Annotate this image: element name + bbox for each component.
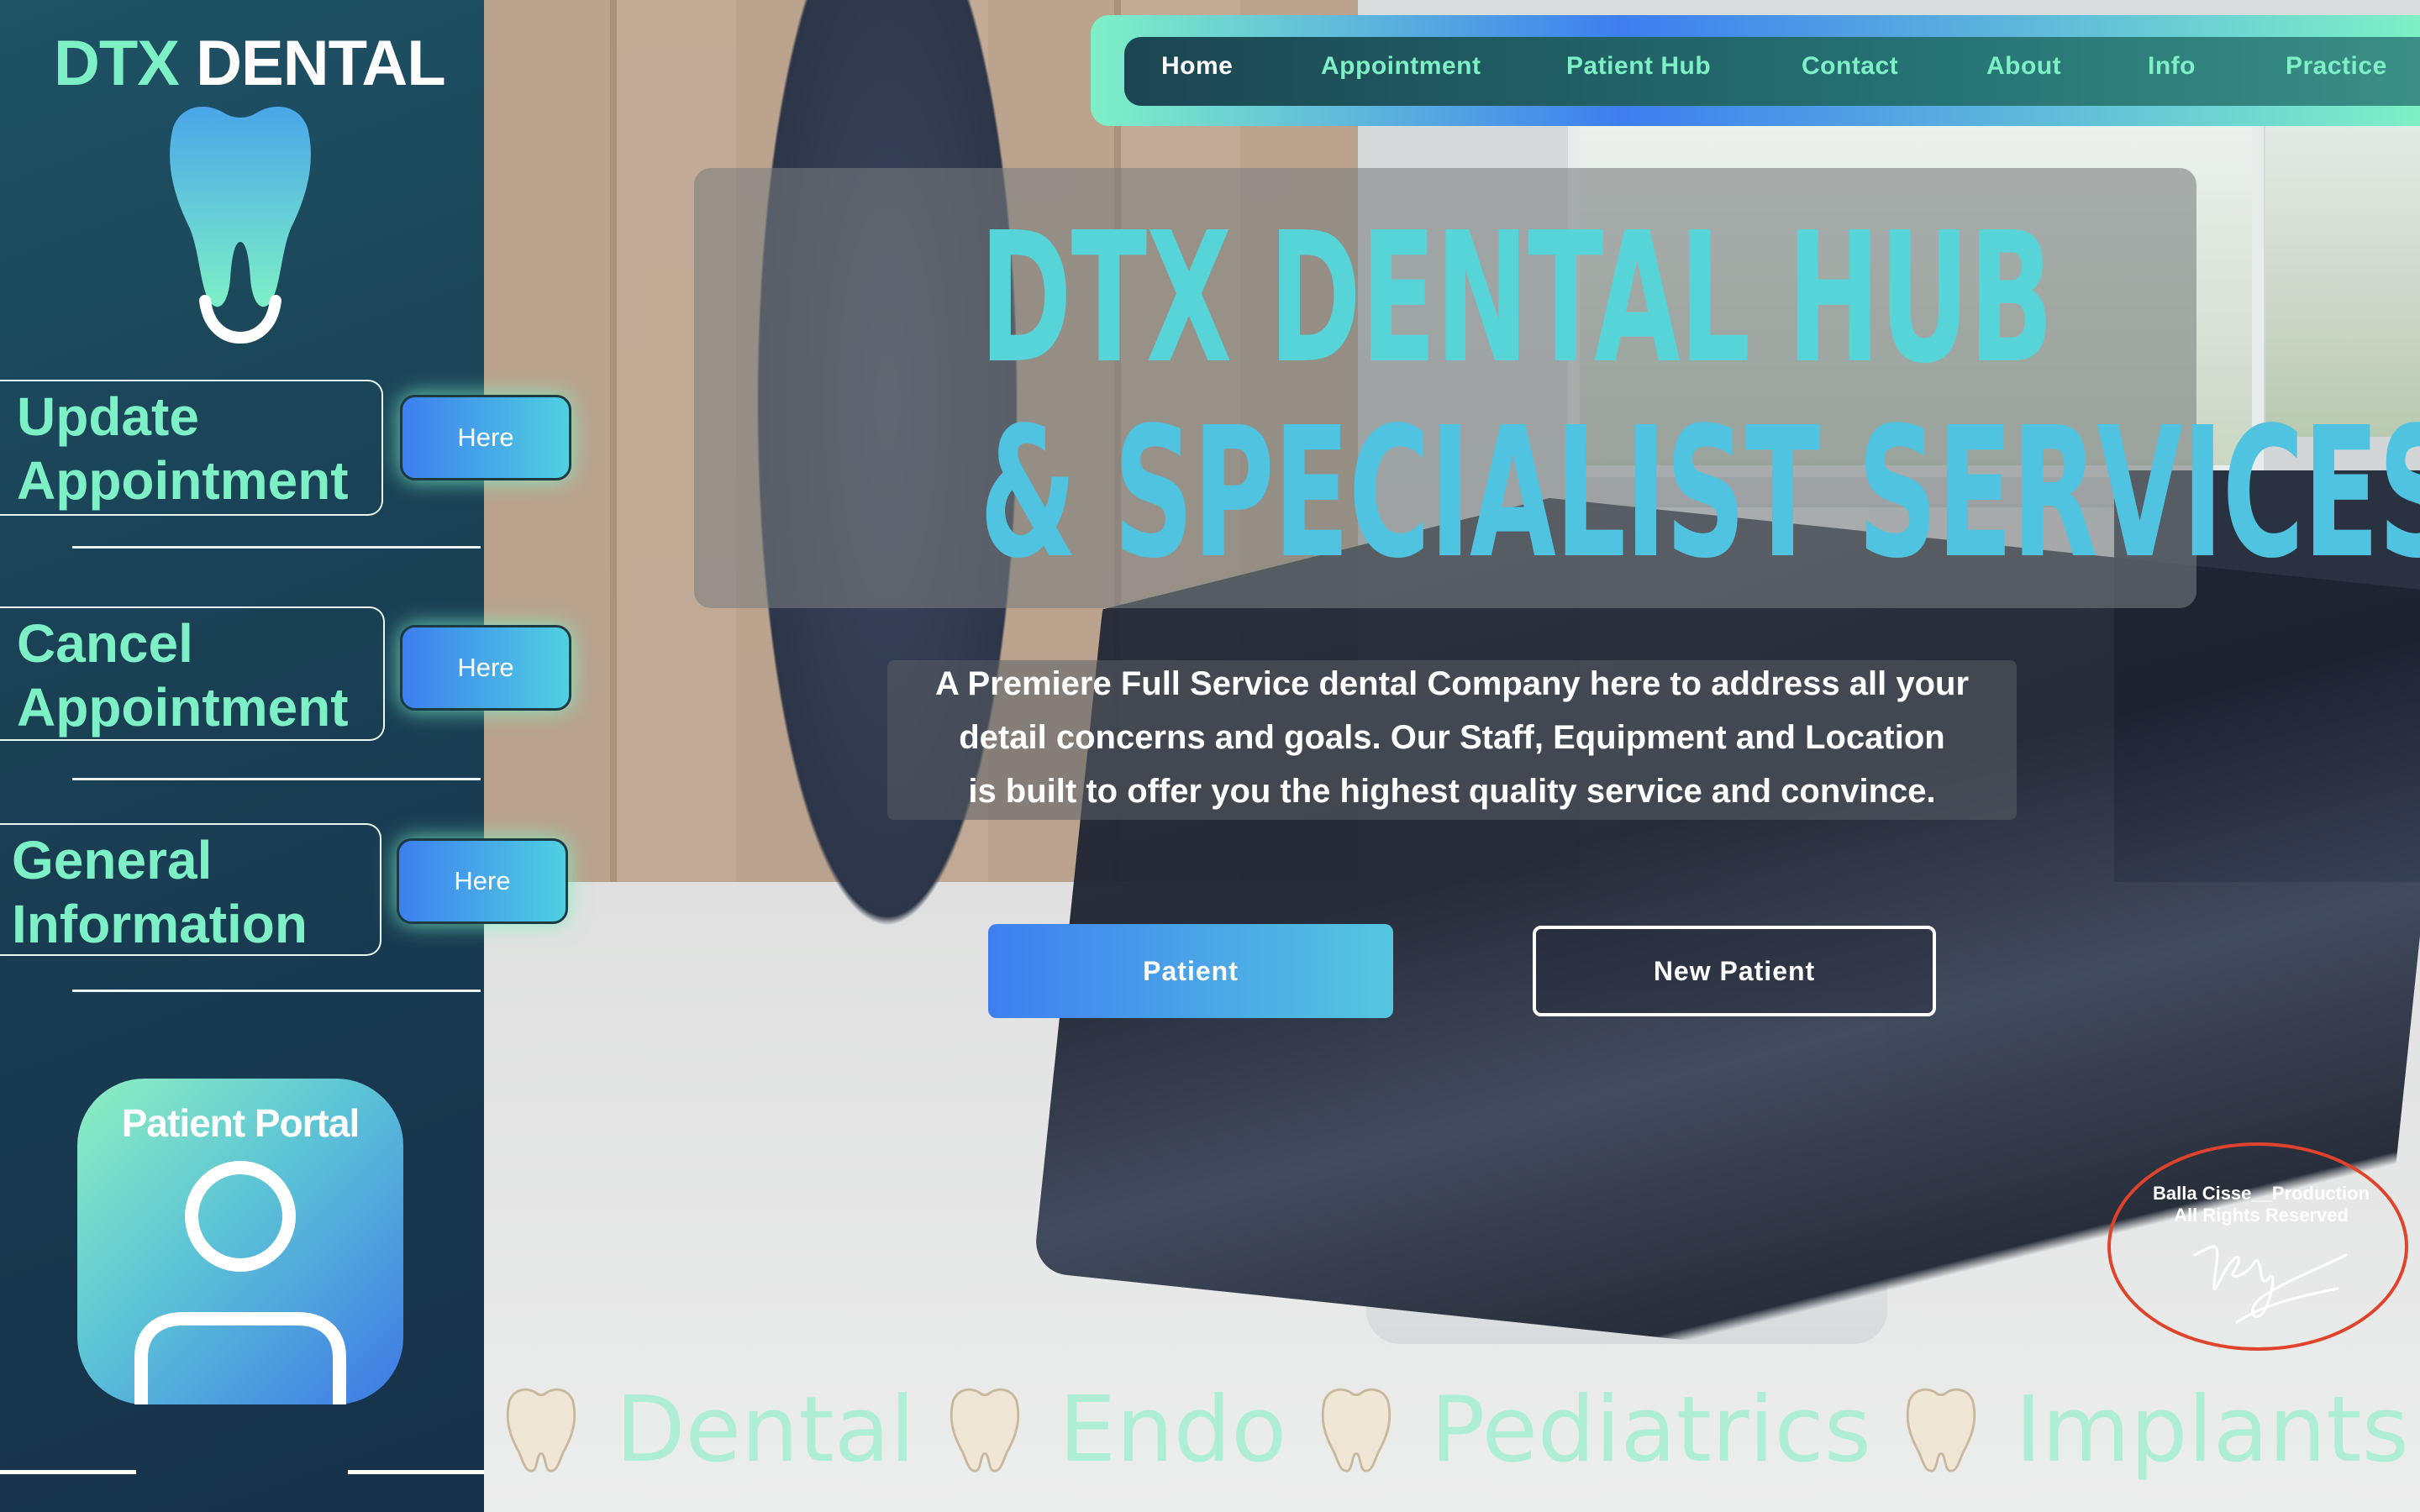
user-icon: [134, 1161, 346, 1404]
general-information-line1: General: [12, 830, 213, 890]
sidebar-divider: [72, 546, 481, 549]
stamp-line1: Balla Cisse__Production: [2153, 1183, 2370, 1204]
footer-line: [0, 1470, 136, 1474]
cancel-appointment-line2: Appointment: [17, 677, 349, 738]
marquee-item: Implants: [1901, 1378, 2420, 1483]
general-information-label[interactable]: General Information: [0, 823, 381, 956]
nav-practice[interactable]: Practice: [2286, 52, 2387, 86]
update-appointment-button[interactable]: Here: [400, 395, 571, 480]
nav-appointment[interactable]: Appointment: [1321, 52, 1481, 86]
sidebar-divider: [72, 778, 481, 780]
nav-about[interactable]: About: [1986, 52, 2061, 86]
general-information-button[interactable]: Here: [397, 838, 568, 924]
patient-portal-button[interactable]: Patient Portal: [77, 1079, 403, 1404]
brand-logo-text[interactable]: DTX DENTAL: [54, 27, 446, 100]
signature-stamp: Balla Cisse__Production All Rights Reser…: [2107, 1142, 2408, 1351]
sidebar: DTX DENTAL Update Appointment Here Cance…: [0, 0, 571, 1512]
hero-description-line2: detail concerns and goals. Our Staff, Eq…: [959, 719, 1945, 756]
new-patient-button[interactable]: New Patient: [1533, 926, 1936, 1016]
footer-line: [348, 1470, 484, 1474]
services-marquee: Dental Endo Pediatrics Implants D: [501, 1378, 2420, 1504]
tooth-emoji-icon: [950, 1388, 1019, 1473]
marquee-text: Pediatrics: [1430, 1378, 1872, 1483]
tooth-emoji-icon: [1906, 1388, 1975, 1473]
sidebar-divider: [72, 990, 481, 992]
signature-icon: [2193, 1245, 2348, 1324]
nav-patient-hub[interactable]: Patient Hub: [1566, 52, 1711, 86]
update-appointment-label[interactable]: Update Appointment: [0, 380, 383, 516]
nav-info[interactable]: Info: [2148, 52, 2196, 86]
brand-part-2: DENTAL: [196, 28, 446, 99]
tooth-emoji-icon: [1321, 1388, 1391, 1473]
tooth-icon: [170, 107, 311, 344]
top-navigation-bar: [1124, 37, 2420, 106]
marquee-text: Implants: [2014, 1378, 2409, 1483]
hero-title-line2: & SPECIALIST SERVICES: [979, 389, 2420, 598]
patient-button[interactable]: Patient: [988, 924, 1393, 1018]
hero-description-line1: A Premiere Full Service dental Company h…: [934, 665, 1970, 702]
hero-description-line3: is built to offer you the highest qualit…: [968, 773, 1936, 810]
cancel-appointment-button[interactable]: Here: [400, 625, 571, 711]
marquee-text: Dental: [615, 1378, 916, 1483]
marquee-item: Pediatrics: [1316, 1378, 1897, 1483]
cancel-appointment-label[interactable]: Cancel Appointment: [0, 606, 385, 741]
update-appointment-line1: Update: [17, 386, 199, 447]
nav-contact[interactable]: Contact: [1802, 52, 1898, 86]
stamp-line2: All Rights Reserved: [2174, 1205, 2349, 1226]
general-information-line2: Information: [12, 894, 308, 954]
cancel-appointment-line1: Cancel: [17, 613, 193, 674]
marquee-item: Dental: [501, 1378, 940, 1483]
marquee-text: Endo: [1058, 1378, 1287, 1483]
update-appointment-line2: Appointment: [17, 450, 349, 511]
patient-portal-label: Patient Portal: [121, 1101, 360, 1145]
hero-title-line1: DTX DENTAL HUB: [979, 194, 2054, 403]
nav-home[interactable]: Home: [1161, 52, 1233, 86]
tooth-emoji-icon: [506, 1388, 576, 1473]
brand-part-1: DTX: [54, 28, 180, 99]
marquee-item: Endo: [944, 1378, 1313, 1483]
